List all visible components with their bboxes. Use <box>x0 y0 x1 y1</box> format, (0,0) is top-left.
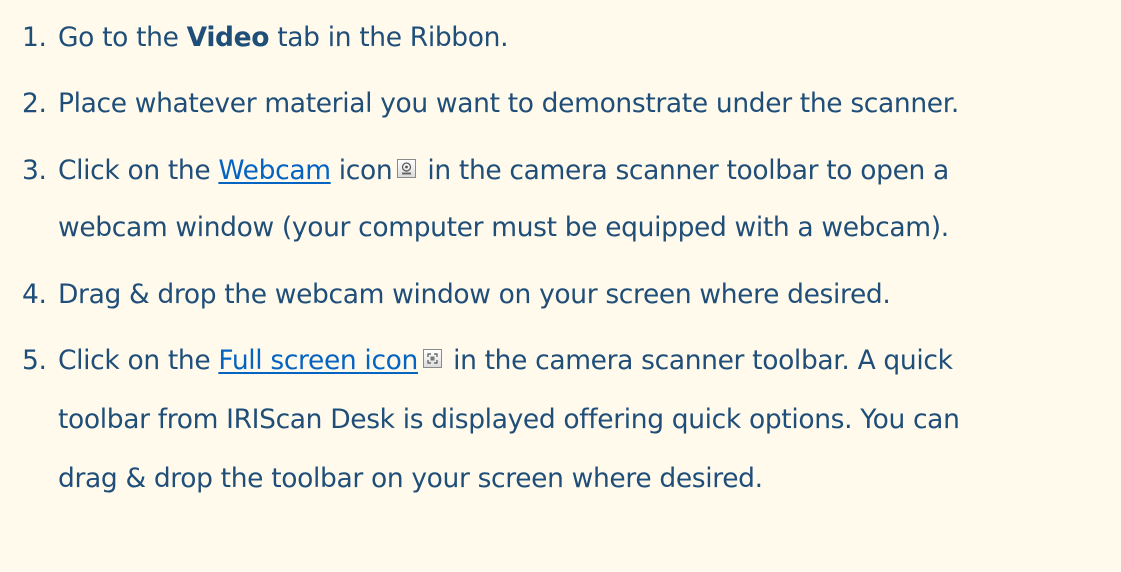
step-1: 1. Go to the Video tab in the Ribbon. <box>22 19 509 57</box>
step-3-text-mid: icon <box>338 155 393 186</box>
step-5-text-before: Click on the <box>58 345 211 376</box>
step-1-number: 1. <box>22 22 47 53</box>
step-4-text: Drag & drop the webcam window on your sc… <box>58 279 891 310</box>
step-3-number: 3. <box>22 155 47 186</box>
step-3-text-after: in the camera scanner toolbar to open a <box>427 155 949 186</box>
step-3-continuation: webcam window (your computer must be equ… <box>58 212 949 243</box>
step-3-text-before: Click on the <box>58 155 211 186</box>
step-5-text-after: in the camera scanner toolbar. A quick <box>453 345 953 376</box>
step-5: 5. Click on the Full screen icon in the c… <box>22 342 953 380</box>
full-screen-link[interactable]: Full screen icon <box>218 345 418 376</box>
step-5-continuation-2: drag & drop the toolbar on your screen w… <box>58 463 763 494</box>
step-1-text-after: tab in the Ribbon. <box>277 22 509 53</box>
step-2-text: Place whatever material you want to demo… <box>58 88 959 119</box>
step-5-number: 5. <box>22 345 47 376</box>
step-1-text-before: Go to the <box>58 22 179 53</box>
instruction-list: 1. Go to the Video tab in the Ribbon. 2. P… <box>0 0 1121 572</box>
webcam-link[interactable]: Webcam <box>218 155 331 186</box>
step-4-number: 4. <box>22 279 47 310</box>
step-3: 3. Click on the Webcam icon in the camera… <box>22 152 949 190</box>
step-2: 2. Place whatever material you want to de… <box>22 85 959 123</box>
webcam-icon <box>397 159 417 178</box>
step-2-number: 2. <box>22 88 47 119</box>
full-screen-icon <box>422 349 442 368</box>
step-4: 4. Drag & drop the webcam window on your … <box>22 276 891 314</box>
step-1-video-tab-name: Video <box>186 22 270 53</box>
step-5-continuation-1: toolbar from IRIScan Desk is displayed o… <box>58 404 960 435</box>
